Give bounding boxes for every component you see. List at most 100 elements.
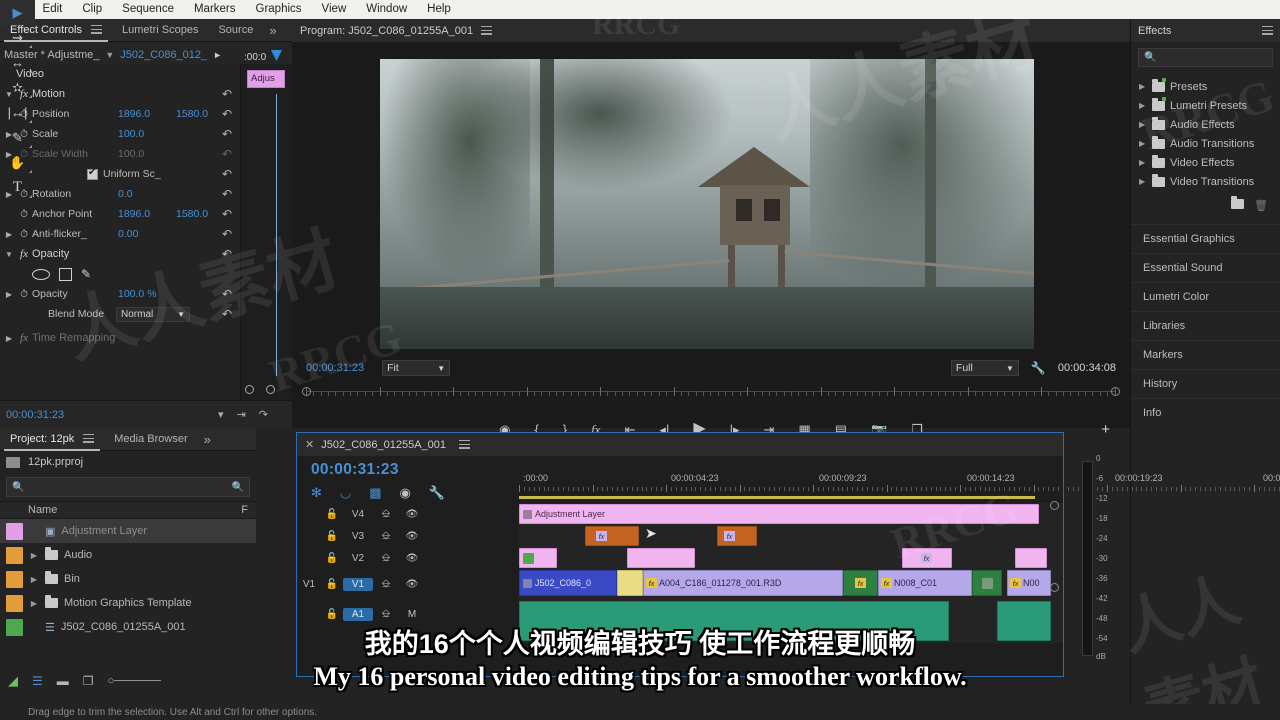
filter-icon[interactable]: ▾	[218, 408, 224, 421]
clip-v1-n008[interactable]: fx N008_C01	[878, 570, 972, 596]
menu-sequence[interactable]: Sequence	[112, 0, 184, 19]
sync-lock-icon-v3[interactable]: ⎒	[373, 530, 399, 543]
menu-view[interactable]: View	[312, 0, 357, 19]
ec-group-opacity[interactable]: ▼ fx Opacity ↶	[0, 244, 240, 264]
mute-icon-a1[interactable]: M	[399, 609, 425, 620]
ec-group-motion[interactable]: ▼ fx Motion ↶	[0, 84, 240, 104]
effects-search-input[interactable]: 🔍	[1138, 48, 1273, 67]
clip-v1-j502[interactable]: J502_C086_0	[519, 570, 617, 596]
ec-anti-flicker-value[interactable]: 0.00	[118, 228, 176, 240]
chevron-right-icon[interactable]: ▶	[1139, 82, 1147, 91]
effects-item-presets[interactable]: ▶ Presets	[1131, 77, 1280, 96]
track-label-a1[interactable]: A1	[343, 607, 373, 621]
lock-icon-v1[interactable]: 🔓	[321, 579, 343, 590]
project-row-adjustment-layer[interactable]: ▣ Adjustment Layer	[0, 519, 256, 543]
chevron-right-icon[interactable]: ▶	[2, 334, 16, 343]
button-editor-add[interactable]: +	[1101, 421, 1110, 438]
reset-icon[interactable]: ↶	[222, 227, 232, 241]
sync-lock-icon-v2[interactable]: ⎒	[373, 552, 399, 565]
track-label-v3[interactable]: V3	[343, 531, 373, 542]
project-column-frame-rate[interactable]: F	[241, 504, 256, 516]
menu-markers[interactable]: Markers	[184, 0, 246, 19]
view-zoom-left-handle[interactable]	[302, 387, 311, 396]
project-column-name[interactable]: Name	[28, 504, 57, 516]
program-monitor-video[interactable]	[380, 59, 1034, 349]
uniform-scale-checkbox[interactable]	[87, 167, 98, 180]
selection-tool[interactable]: ▶	[0, 0, 35, 25]
sync-lock-icon-v4[interactable]: ⎒	[373, 508, 399, 521]
reset-icon[interactable]: ↶	[222, 167, 232, 181]
chevron-right-icon[interactable]: ▶	[29, 599, 39, 608]
play-triangle-icon[interactable]: ►	[213, 50, 222, 60]
clip-v2-d[interactable]	[1015, 548, 1047, 568]
close-icon[interactable]: ✕	[305, 438, 314, 451]
track-zoom-handle-top[interactable]	[1050, 501, 1059, 510]
menu-graphics[interactable]: Graphics	[246, 0, 312, 19]
chevron-down-icon[interactable]: ▼	[105, 50, 114, 60]
track-select-forward-tool[interactable]: ⇝	[0, 25, 35, 50]
ec-zoom-handles[interactable]	[245, 385, 275, 394]
ec-clip-strip[interactable]: Adjus	[247, 70, 285, 88]
timeline-timecode[interactable]: 00:00:31:23	[311, 461, 399, 479]
linked-selection-icon[interactable]: ▩	[369, 485, 381, 501]
reset-icon[interactable]: ↶	[222, 247, 232, 261]
clip-v1-green-a[interactable]: fx	[843, 570, 878, 596]
ec-row-position[interactable]: ⏱ Position 1896.0 1580.0 ↶	[0, 104, 240, 124]
reset-icon[interactable]: ↶	[222, 287, 232, 301]
panel-menu-icon[interactable]	[459, 440, 470, 449]
chevron-right-icon[interactable]: ▶	[29, 575, 39, 584]
effects-item-audio-transitions[interactable]: ▶ Audio Transitions	[1131, 134, 1280, 153]
track-label-v1[interactable]: V1	[343, 577, 373, 591]
ec-rotation-value[interactable]: 0.0	[118, 188, 176, 200]
tabbar-overflow-icon[interactable]: »	[263, 23, 282, 38]
panel-essential-graphics[interactable]: Essential Graphics	[1131, 224, 1280, 253]
settings-wrench-icon[interactable]: 🔧	[1031, 361, 1046, 375]
chevron-down-icon[interactable]: ▼	[2, 250, 16, 259]
transition-v1[interactable]	[617, 570, 643, 596]
export-icon[interactable]: ↷	[259, 408, 268, 421]
tabbar-overflow-icon[interactable]: »	[198, 432, 217, 447]
clip-v1-a004[interactable]: fx A004_C186_011278_001.R3D	[643, 570, 843, 596]
clip-v1-green-b[interactable]	[972, 570, 1002, 596]
sync-lock-icon-v1[interactable]: ⎒	[373, 578, 399, 591]
track-label-v2[interactable]: V2	[343, 553, 373, 564]
eye-icon-v4[interactable]: 👁	[399, 509, 425, 520]
tab-project[interactable]: Project: 12pk	[0, 428, 104, 451]
snap-markers-icon[interactable]: ✻	[311, 485, 322, 501]
snap-icon[interactable]: ◡	[340, 485, 351, 501]
chevron-right-icon[interactable]: ▶	[29, 551, 39, 560]
timeline-ruler[interactable]: :00:00 00:00:04:23 00:00:09:23 00:00:14:23 0…	[519, 473, 1280, 495]
program-current-timecode[interactable]: 00:00:31:23	[306, 362, 364, 374]
zoom-level-select[interactable]: Fit ▼	[382, 360, 451, 376]
ec-row-scale[interactable]: ▶ ⏱ Scale 100.0 ↶	[0, 124, 240, 144]
panel-history[interactable]: History	[1131, 369, 1280, 398]
panel-markers[interactable]: Markers	[1131, 340, 1280, 369]
reset-icon[interactable]: ↶	[222, 87, 232, 101]
reset-icon[interactable]: ↶	[222, 187, 232, 201]
panel-libraries[interactable]: Libraries	[1131, 311, 1280, 340]
ec-row-blend-mode[interactable]: Blend Mode Normal ▼ ↶	[0, 304, 240, 324]
hand-tool[interactable]: ✋	[0, 150, 35, 175]
chevron-right-icon[interactable]: ▶	[1139, 177, 1147, 186]
ec-opacity-value[interactable]: 100.0 %	[118, 288, 176, 300]
project-row-bin[interactable]: ▶ Bin	[0, 567, 256, 591]
ec-row-opacity[interactable]: ▶ ⏱ Opacity 100.0 % ↶	[0, 284, 240, 304]
pen-tool[interactable]: ✎	[0, 125, 35, 150]
panel-menu-icon[interactable]	[83, 434, 95, 443]
project-root-icon[interactable]	[6, 456, 20, 468]
effects-panel-title[interactable]: Effects	[1138, 25, 1171, 37]
effect-controls-clip-name[interactable]: J502_C086_012_	[120, 49, 207, 61]
clip-v3-b[interactable]: fx	[717, 526, 757, 546]
ellipse-mask-icon[interactable]	[32, 268, 50, 280]
lock-icon-v2[interactable]: 🔓	[321, 553, 343, 564]
eye-icon-v1[interactable]: 👁	[399, 579, 425, 590]
ec-scale-value[interactable]: 100.0	[118, 128, 176, 140]
project-row-audio[interactable]: ▶ Audio	[0, 543, 256, 567]
type-tool[interactable]: T	[0, 175, 35, 200]
timeline-settings-icon[interactable]: 🔧	[429, 485, 445, 501]
track-zoom-handle-mid[interactable]	[1050, 583, 1059, 592]
clip-v2-c[interactable]: fx	[902, 548, 952, 568]
tab-media-browser[interactable]: Media Browser	[104, 428, 197, 451]
clip-v2-a[interactable]	[519, 548, 557, 568]
effects-item-video-transitions[interactable]: ▶ Video Transitions	[1131, 172, 1280, 191]
